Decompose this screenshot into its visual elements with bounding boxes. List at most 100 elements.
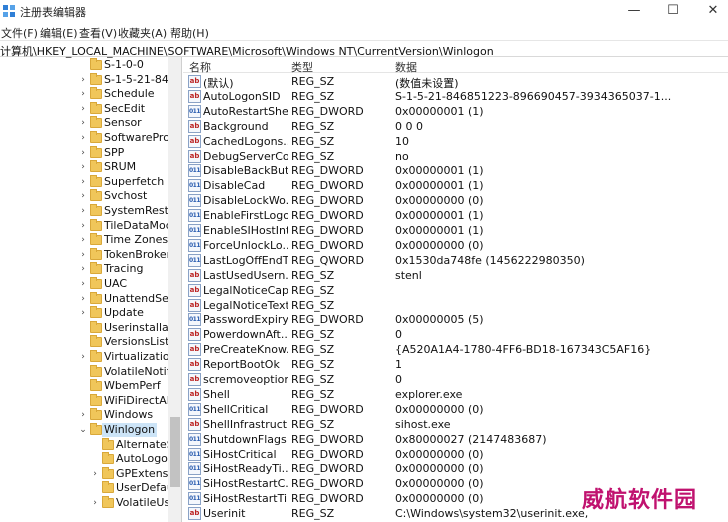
value-type: REG_SZ bbox=[291, 283, 335, 297]
registry-value-row[interactable]: ab Shell REG_SZ explorer.exe bbox=[183, 387, 728, 402]
registry-value-row[interactable]: 011DisableBackBut...REG_DWORD 0x00000001 … bbox=[183, 163, 728, 178]
chevron-right-icon[interactable]: › bbox=[78, 73, 88, 87]
folder-icon bbox=[90, 335, 102, 348]
string-value-icon: ab bbox=[188, 417, 201, 431]
tree-scrollbar-thumb[interactable] bbox=[170, 417, 180, 487]
value-type: REG_SZ bbox=[291, 328, 335, 342]
menu-view[interactable]: 查看(V) bbox=[79, 25, 117, 41]
registry-value-row[interactable]: ab LastUsedUsern... REG_SZ stenl bbox=[183, 268, 728, 283]
registry-value-row[interactable]: 011LastLogOffEndT...REG_QWORD 0x1530da748… bbox=[183, 253, 728, 268]
menu-file[interactable]: 文件(F) bbox=[1, 25, 38, 41]
value-data: 0x00000000 (0) bbox=[395, 462, 484, 476]
chevron-right-icon[interactable]: › bbox=[78, 175, 88, 189]
chevron-right-icon[interactable]: › bbox=[78, 131, 88, 145]
registry-value-row[interactable]: 011EnableSIHostInt...REG_DWORD 0x00000001… bbox=[183, 223, 728, 238]
chevron-down-icon[interactable]: ⌄ bbox=[78, 423, 88, 437]
registry-value-row[interactable]: 011 SiHostCritical REG_DWORD 0x00000000 (0) bbox=[183, 447, 728, 462]
string-value-icon: ab bbox=[188, 298, 201, 312]
tree-scrollbar[interactable] bbox=[168, 57, 181, 522]
registry-value-row[interactable]: ab AutoLogonSID REG_SZ S-1-5-21-846851223-8… bbox=[183, 89, 728, 104]
registry-value-row[interactable]: 011 AutoRestartShell REG_DWORD 0x00000001 (… bbox=[183, 104, 728, 119]
registry-value-row[interactable]: ab PreCreateKnow... REG_SZ {A520A1A4-1780-4… bbox=[183, 342, 728, 357]
maximize-button[interactable]: ☐ bbox=[659, 2, 687, 20]
chevron-right-icon[interactable]: › bbox=[78, 292, 88, 306]
address-bar[interactable]: 计算机\HKEY_LOCAL_MACHINE\SOFTWARE\Microsof… bbox=[0, 40, 728, 58]
registry-value-row[interactable]: ab PowerdownAft... REG_SZ 0 bbox=[183, 327, 728, 342]
registry-value-row[interactable]: 011 SiHostReadyTi... REG_DWORD 0x00000000 (… bbox=[183, 461, 728, 476]
registry-value-row[interactable]: 011 ShellCritical REG_DWORD 0x00000000 (0) bbox=[183, 402, 728, 417]
menu-favorites[interactable]: 收藏夹(A) bbox=[118, 25, 167, 41]
value-data: stenl bbox=[395, 268, 422, 282]
menu-edit[interactable]: 编辑(E) bbox=[40, 25, 78, 41]
registry-value-row[interactable]: ab (默认) REG_SZ (数值未设置) bbox=[183, 74, 728, 90]
chevron-right-icon[interactable]: › bbox=[78, 146, 88, 160]
menu-help[interactable]: 帮助(H) bbox=[170, 25, 209, 41]
registry-value-row[interactable]: ab ReportBootOk REG_SZ 1 bbox=[183, 357, 728, 372]
registry-value-row[interactable]: 011 DisableCad REG_DWORD 0x00000001 (1) bbox=[183, 178, 728, 193]
tree-item-label: WiFiDirectAP bbox=[104, 393, 174, 407]
chevron-right-icon[interactable]: › bbox=[78, 248, 88, 262]
column-header-name[interactable]: 名称 bbox=[189, 59, 211, 75]
folder-icon bbox=[90, 189, 102, 202]
chevron-right-icon[interactable]: › bbox=[78, 160, 88, 174]
folder-icon bbox=[90, 101, 102, 114]
tree-item-label: Windows bbox=[104, 408, 154, 422]
string-value-icon: ab bbox=[188, 283, 201, 297]
chevron-right-icon[interactable]: › bbox=[78, 116, 88, 130]
binary-value-icon: 011 bbox=[188, 104, 201, 118]
chevron-right-icon[interactable]: › bbox=[78, 87, 88, 101]
title-bar: 注册表编辑器 — ☐ ✕ bbox=[0, 0, 728, 22]
registry-value-row[interactable]: ab scremoveoption REG_SZ 0 bbox=[183, 372, 728, 387]
folder-icon bbox=[90, 408, 102, 421]
chevron-right-icon[interactable]: › bbox=[78, 350, 88, 364]
column-header-data[interactable]: 数据 bbox=[395, 59, 417, 75]
registry-value-row[interactable]: 011 ForceUnlockLo... REG_DWORD 0x00000000 (… bbox=[183, 238, 728, 253]
chevron-right-icon[interactable]: › bbox=[78, 204, 88, 218]
menu-bar: 文件(F) 编辑(E) 查看(V) 收藏夹(A) 帮助(H) bbox=[0, 22, 728, 40]
registry-value-row[interactable]: 011 DisableLockWo... REG_DWORD 0x00000000 (… bbox=[183, 193, 728, 208]
chevron-right-icon[interactable]: › bbox=[78, 262, 88, 276]
chevron-right-icon[interactable]: › bbox=[78, 277, 88, 291]
registry-value-row[interactable]: ab LegalNoticeText REG_SZ bbox=[183, 298, 728, 313]
value-name: SiHostReadyTi... bbox=[203, 462, 288, 476]
tree-item-label: AutoLogo bbox=[116, 452, 168, 466]
value-data: sihost.exe bbox=[395, 417, 451, 431]
close-button[interactable]: ✕ bbox=[699, 2, 727, 20]
binary-value-icon: 011 bbox=[188, 194, 201, 208]
registry-value-row[interactable]: abLegalNoticeCap...REG_SZ bbox=[183, 283, 728, 298]
registry-value-row[interactable]: 011EnableFirstLogo...REG_DWORD 0x00000001… bbox=[183, 208, 728, 223]
registry-value-row[interactable]: 011PasswordExpiry...REG_DWORD 0x00000005 … bbox=[183, 312, 728, 327]
chevron-right-icon[interactable]: › bbox=[90, 467, 100, 481]
registry-value-row[interactable]: ab CachedLogons... REG_SZ 10 bbox=[183, 134, 728, 149]
folder-icon bbox=[102, 496, 114, 508]
value-name: Userinit bbox=[203, 507, 246, 521]
chevron-right-icon[interactable]: › bbox=[78, 219, 88, 233]
value-type: REG_SZ bbox=[291, 343, 335, 357]
registry-value-row[interactable]: abShellInfrastruct...REG_SZ sihost.exe bbox=[183, 417, 728, 432]
chevron-right-icon[interactable]: › bbox=[90, 496, 100, 510]
binary-value-icon: 011 bbox=[188, 238, 201, 252]
folder-icon bbox=[90, 204, 102, 216]
chevron-right-icon[interactable]: › bbox=[78, 408, 88, 422]
chevron-right-icon[interactable]: › bbox=[78, 233, 88, 247]
folder-icon bbox=[90, 160, 102, 173]
minimize-button[interactable]: — bbox=[620, 2, 648, 20]
folder-icon bbox=[90, 320, 102, 333]
value-name: LegalNoticeText bbox=[203, 298, 288, 312]
registry-value-row[interactable]: 011 ShutdownFlags REG_DWORD 0x80000027 (214… bbox=[183, 432, 728, 447]
value-data: 0x00000001 (1) bbox=[395, 104, 484, 118]
value-type: REG_SZ bbox=[291, 358, 335, 372]
chevron-right-icon[interactable]: › bbox=[78, 189, 88, 203]
value-type: REG_SZ bbox=[291, 373, 335, 386]
chevron-right-icon[interactable]: › bbox=[78, 306, 88, 320]
registry-value-row[interactable]: abDebugServerCo...REG_SZ no bbox=[183, 149, 728, 164]
tree-item-label: Schedule bbox=[104, 87, 155, 101]
column-header-type[interactable]: 类型 bbox=[291, 59, 313, 75]
chevron-right-icon[interactable]: › bbox=[78, 102, 88, 116]
folder-icon bbox=[90, 379, 102, 392]
tree-item-label: UAC bbox=[104, 277, 128, 290]
tree-item-label: Time Zones bbox=[104, 233, 169, 247]
folder-icon bbox=[90, 306, 102, 319]
registry-value-row[interactable]: ab Background REG_SZ 0 0 0 bbox=[183, 119, 728, 134]
value-name: AutoLogonSID bbox=[203, 89, 281, 103]
